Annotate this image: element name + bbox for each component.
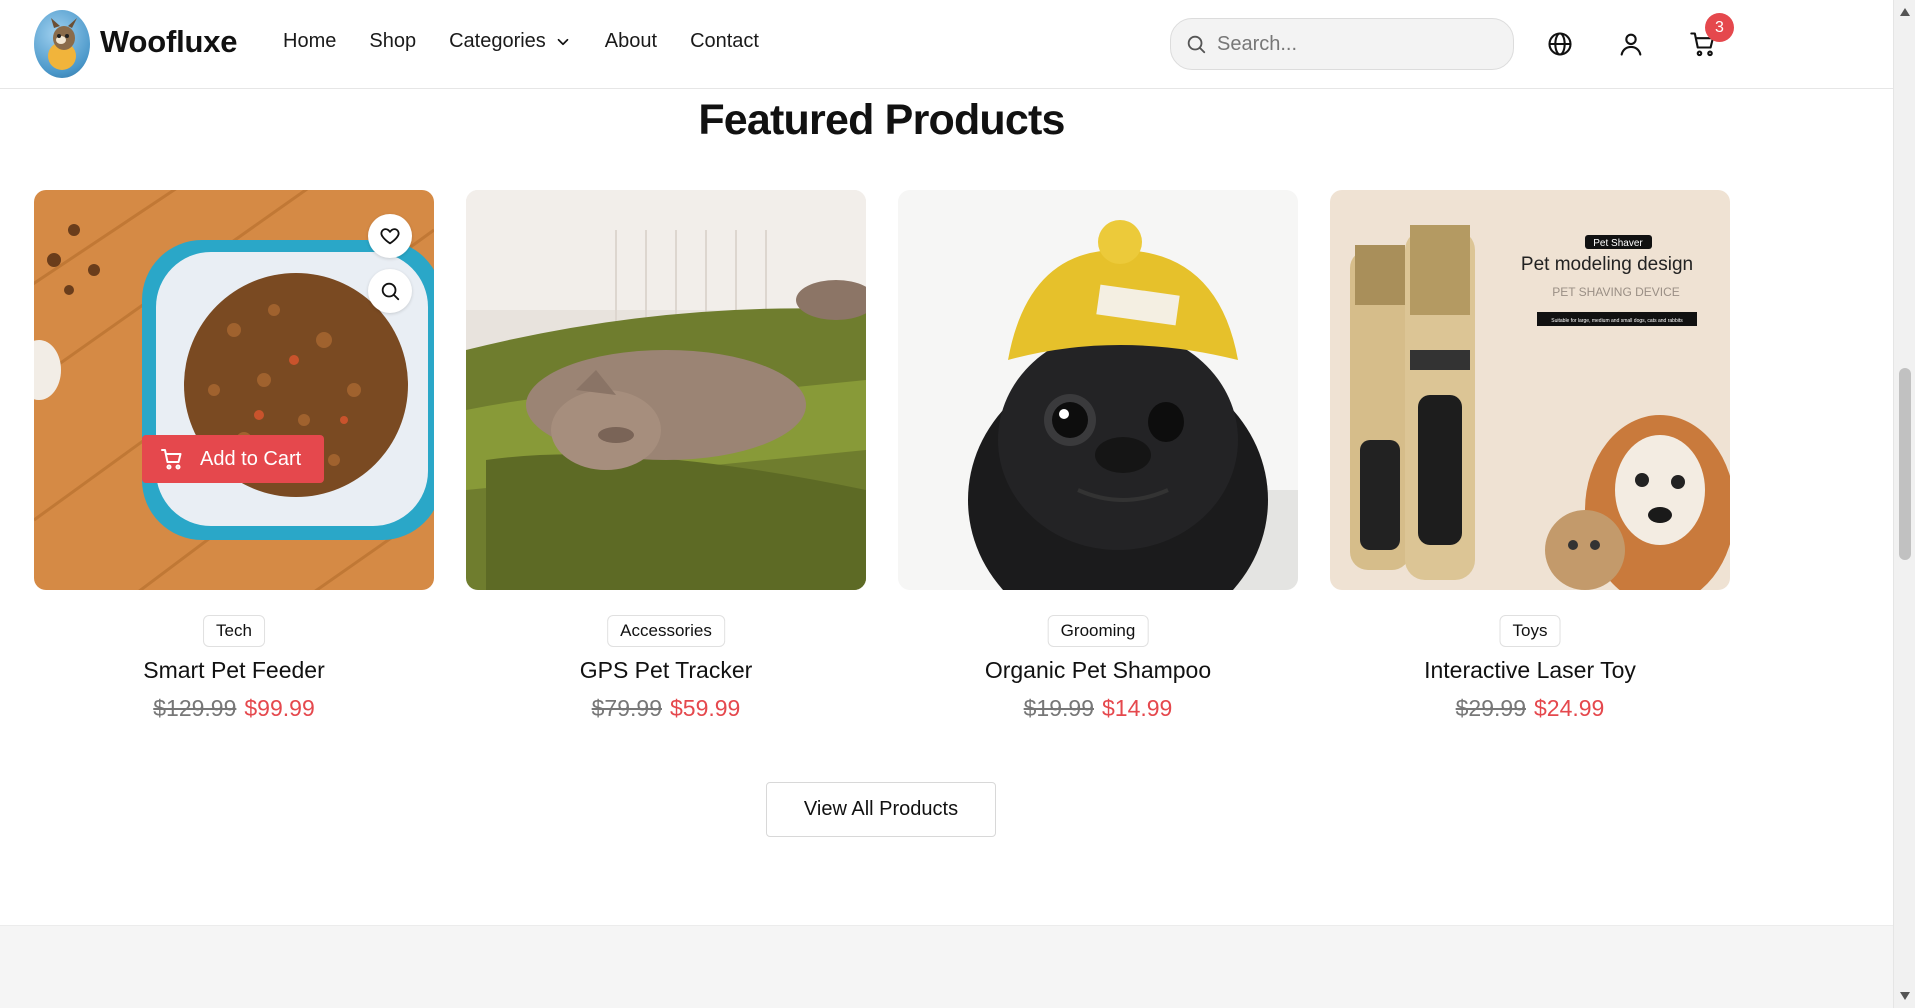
brand-logo[interactable] — [34, 10, 90, 78]
nav-about-label: About — [604, 30, 658, 52]
product-name[interactable]: Interactive Laser Toy — [1330, 657, 1730, 684]
product-prices: $19.99 $14.99 — [898, 695, 1298, 722]
cart-icon — [161, 449, 182, 470]
product-prices: $79.99 $59.99 — [466, 695, 866, 722]
product-image[interactable] — [898, 190, 1298, 590]
old-price: $19.99 — [1023, 695, 1094, 721]
cart-count-badge: 3 — [1705, 13, 1734, 42]
nav-categories-label: Categories — [449, 30, 546, 52]
wishlist-button[interactable] — [368, 214, 412, 258]
product-image[interactable] — [466, 190, 866, 590]
section-title: Featured Products — [698, 96, 1065, 144]
old-price: $29.99 — [1455, 695, 1526, 721]
chevron-down-icon — [557, 38, 569, 45]
scrollbar-thumb[interactable] — [1899, 368, 1911, 560]
image-fine-text: Suitable for large, medium and small dog… — [1551, 318, 1683, 324]
scroll-up-arrow-icon[interactable] — [1899, 6, 1911, 18]
footer-area — [0, 925, 1893, 1008]
user-icon[interactable] — [1617, 30, 1645, 58]
search-icon — [1187, 35, 1206, 54]
brand-name[interactable]: Woofluxe — [100, 24, 238, 60]
product-name[interactable]: Smart Pet Feeder — [34, 657, 434, 684]
nav-contact-label: Contact — [690, 30, 759, 52]
nav-home[interactable]: Home — [283, 30, 336, 53]
globe-icon[interactable] — [1546, 30, 1574, 58]
image-tag-text: Pet Shaver — [1593, 238, 1643, 249]
site-header: Woofluxe Home Shop Categories About Cont… — [0, 0, 1893, 89]
product-name[interactable]: Organic Pet Shampoo — [898, 657, 1298, 684]
nav-shop-label: Shop — [369, 30, 417, 52]
category-tag[interactable]: Toys — [1499, 615, 1561, 647]
product-prices: $29.99 $24.99 — [1330, 695, 1730, 722]
image-sub-text: PET SHAVING DEVICE — [1552, 285, 1680, 299]
product-card[interactable]: Accessories GPS Pet Tracker $79.99 $59.99 — [466, 190, 866, 721]
product-prices: $129.99 $99.99 — [34, 695, 434, 722]
category-tag[interactable]: Tech — [203, 615, 265, 647]
sale-price: $14.99 — [1102, 695, 1173, 721]
search-input[interactable] — [1217, 32, 1497, 56]
nav-home-label: Home — [283, 30, 337, 52]
product-card[interactable]: Grooming Organic Pet Shampoo $19.99 $14.9… — [898, 190, 1298, 721]
add-to-cart-button[interactable]: Add to Cart — [142, 435, 324, 483]
image-headline-text: Pet modeling design — [1521, 254, 1693, 275]
nav-categories[interactable]: Categories — [449, 30, 572, 53]
product-image[interactable]: Pet Shaver Pet modeling design PET SHAVI… — [1330, 190, 1730, 590]
page-scrollbar[interactable] — [1893, 0, 1915, 1008]
sale-price: $59.99 — [670, 695, 741, 721]
main-nav: Home Shop Categories About Contact — [283, 30, 759, 53]
old-price: $129.99 — [153, 695, 237, 721]
old-price: $79.99 — [591, 695, 662, 721]
nav-contact[interactable]: Contact — [690, 30, 759, 53]
category-tag[interactable]: Accessories — [607, 615, 725, 647]
quick-view-button[interactable] — [368, 269, 412, 313]
product-card[interactable]: Add to Cart Tech Smart Pet Feeder $129.9… — [34, 190, 434, 721]
product-card[interactable]: Pet Shaver Pet modeling design PET SHAVI… — [1330, 190, 1730, 721]
scroll-down-arrow-icon[interactable] — [1899, 990, 1911, 1002]
search-icon — [381, 282, 400, 301]
product-name[interactable]: GPS Pet Tracker — [466, 657, 866, 684]
nav-shop[interactable]: Shop — [369, 30, 416, 53]
category-tag[interactable]: Grooming — [1047, 615, 1149, 647]
search-box — [1170, 18, 1514, 70]
product-image[interactable]: Add to Cart — [34, 190, 434, 590]
add-to-cart-label: Add to Cart — [200, 447, 302, 470]
view-all-products-button[interactable]: View All Products — [766, 782, 996, 837]
sale-price: $99.99 — [244, 695, 315, 721]
sale-price: $24.99 — [1534, 695, 1605, 721]
heart-icon — [380, 228, 400, 245]
nav-about[interactable]: About — [605, 30, 657, 53]
